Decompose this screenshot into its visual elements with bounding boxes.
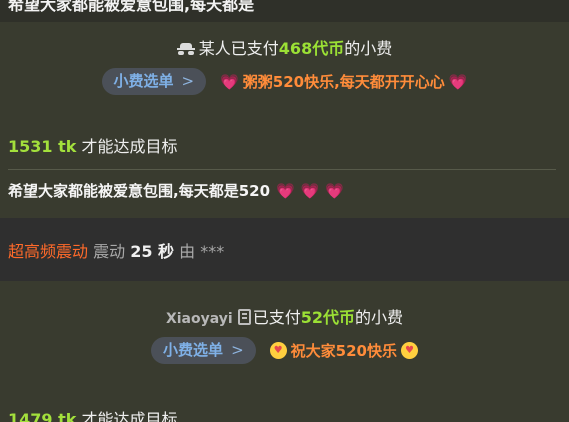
hug-face-icon: ♥ [269,342,287,359]
document-icon[interactable] [237,309,251,325]
heart-icon: 💗 [300,181,320,200]
chevron-right-icon: > [181,72,195,90]
vibration-duration: 25 秒 [130,242,175,261]
tipper-name[interactable]: Xiaoyayi [166,311,233,327]
goal-tokens: 1531 tk [8,137,77,156]
vibration-event: 超高频震动 震动 25 秒 由 *** [8,238,224,262]
vibration-type: 超高频震动 [8,242,89,261]
previous-message-strip: 希望大家都能被爱意包围,每天都是 [0,0,569,22]
hug-face-icon: ♥ [400,342,418,359]
vibration-verb: 震动 [93,242,126,261]
goal-tokens: 1479 tk [8,410,77,422]
menu-row: 小费选单 > ♥ 祝大家520快乐 ♥ [0,337,569,364]
tip-card-1: 某人已支付468代币的小费 小费选单 > 💗 粥粥520快乐,每天都开开心心 💗 … [0,22,569,218]
goal-progress: 1531 tk 才能达成目标 [8,133,178,157]
previous-message-text: 希望大家都能被爱意包围,每天都是 [8,0,255,14]
wish-text: 祝大家520快乐 [290,342,397,360]
goal-text: 才能达成目标 [81,137,178,156]
divider [8,169,556,170]
tip-wish: 💗 粥粥520快乐,每天都开开心心 💗 [220,71,467,92]
message-text: 希望大家都能被爱意包围,每天都是520 [8,182,271,200]
heart-icon: 💗 [220,72,239,91]
tip-pre-text: 已支付 [252,308,301,327]
tip-pre-text: 已支付 [230,39,279,58]
heart-icon: 💗 [448,72,468,91]
goal-progress: 1479 tk 才能达成目标 [8,406,178,422]
tip-menu-button[interactable]: 小费选单 > [101,68,207,95]
spy-icon [176,43,195,55]
tip-card-2: Xiaoyayi 已支付52代币的小费 小费选单 > ♥ 祝大家520快乐 ♥ 14… [0,281,569,422]
tip-amount: 468代币 [278,39,345,58]
tipper-name: 某人 [198,39,231,58]
goal-text: 才能达成目标 [81,410,178,422]
tip-wish: ♥ 祝大家520快乐 ♥ [269,340,418,361]
heart-icon: 💗 [325,181,345,200]
tip-message: 希望大家都能被爱意包围,每天都是520 💗 💗 💗 [8,180,344,201]
wish-text: 粥粥520快乐,每天都开开心心 [242,73,445,91]
tip-line: 某人已支付468代币的小费 [0,35,569,59]
tip-menu-label: 小费选单 [113,72,174,90]
chevron-right-icon: > [231,341,244,359]
menu-row: 小费选单 > 💗 粥粥520快乐,每天都开开心心 💗 [0,68,569,95]
tip-line: Xiaoyayi 已支付52代币的小费 [0,304,569,328]
vibration-user: *** [200,242,225,261]
tip-post-text: 的小费 [355,308,404,327]
heart-icon: 💗 [276,181,295,200]
tip-menu-label: 小费选单 [163,341,224,359]
tip-post-text: 的小费 [344,39,393,58]
vibration-by: 由 [179,242,196,261]
tip-amount: 52代币 [300,308,355,327]
tip-menu-button[interactable]: 小费选单 > [151,337,256,364]
